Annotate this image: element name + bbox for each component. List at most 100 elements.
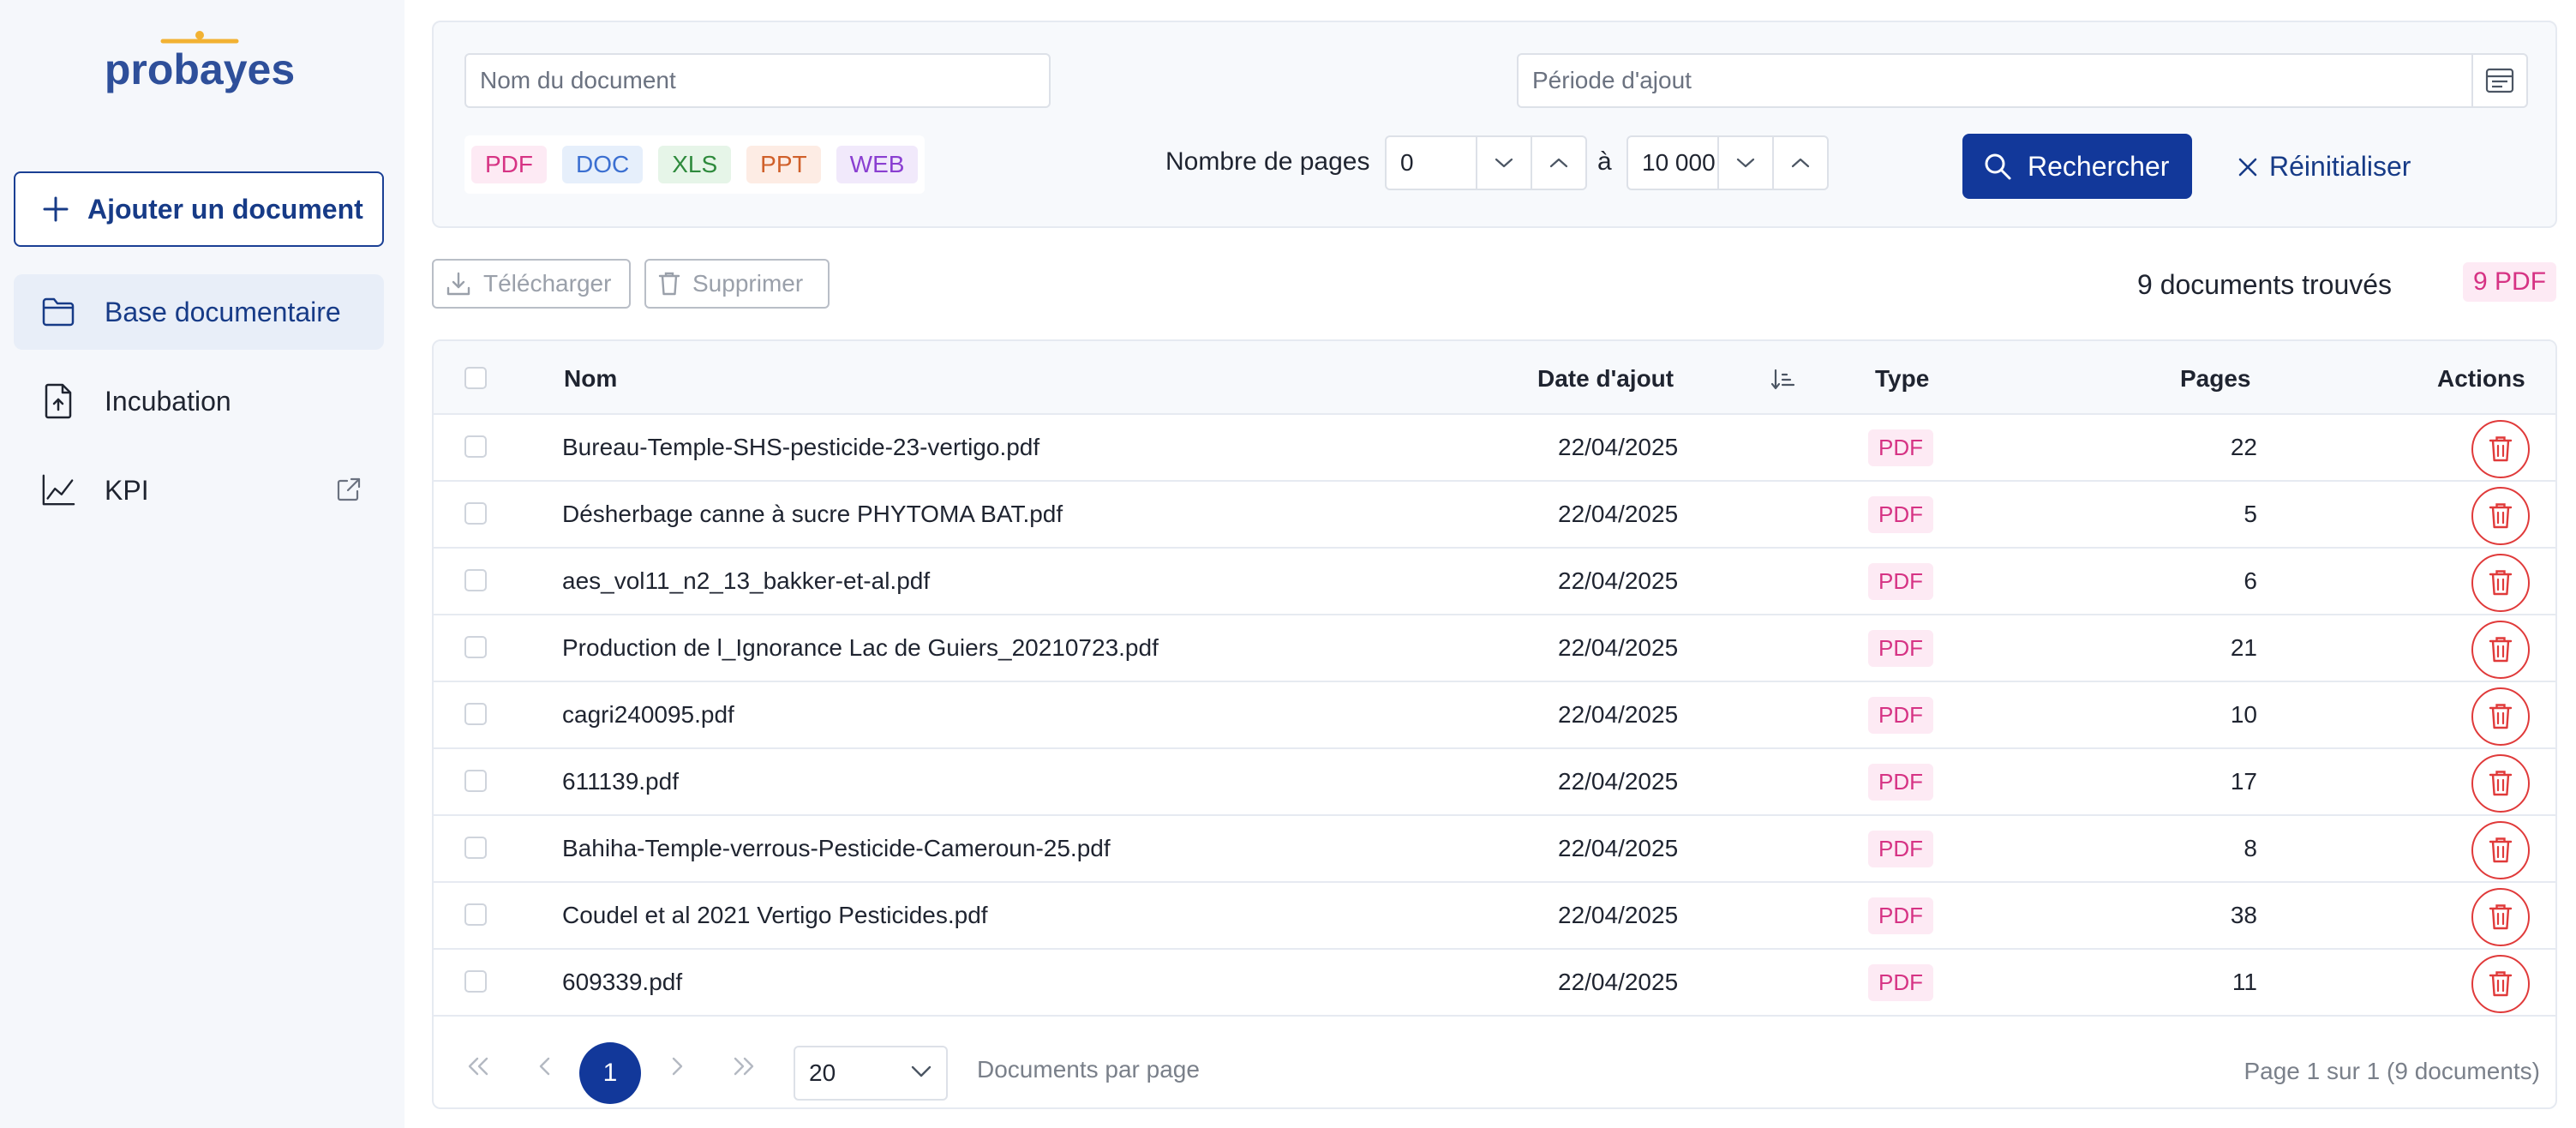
documents-table: Nom Date d'ajout Type Pages Actions Bure… [432,339,2557,1109]
document-type-badge: PDF [1868,630,1933,667]
delete-document-button[interactable] [2471,754,2530,813]
table-row[interactable]: cagri240095.pdf 22/04/2025 PDF 10 [434,682,2555,749]
column-header-name[interactable]: Nom [564,365,617,393]
table-row[interactable]: Production de l_Ignorance Lac de Guiers_… [434,615,2555,682]
type-chip-web[interactable]: WEB [836,146,919,183]
column-header-pages[interactable]: Pages [2180,365,2251,393]
chevron-down-icon [1736,158,1755,168]
calendar-icon [2485,68,2514,93]
document-name[interactable]: Production de l_Ignorance Lac de Guiers_… [562,634,1159,662]
period-placeholder: Période d'ajout [1532,67,1692,93]
type-chip-xls[interactable]: XLS [658,146,732,183]
column-header-type[interactable]: Type [1875,365,1929,393]
document-name[interactable]: aes_vol11_n2_13_bakker-et-al.pdf [562,567,930,595]
document-name-input[interactable]: Nom du document [464,53,1051,108]
delete-document-button[interactable] [2471,821,2530,879]
last-page-button[interactable] [727,1049,761,1083]
pages-min-increment[interactable] [1531,137,1585,189]
trash-icon [2489,904,2513,930]
first-page-button[interactable] [461,1049,495,1083]
column-header-date[interactable]: Date d'ajout [1537,365,1674,393]
row-checkbox[interactable] [464,569,487,591]
delete-document-button[interactable] [2471,888,2530,946]
table-row[interactable]: Bahiha-Temple-verrous-Pesticide-Cameroun… [434,816,2555,883]
table-row[interactable]: 609339.pdf 22/04/2025 PDF 11 [434,950,2555,1017]
delete-document-button[interactable] [2471,687,2530,746]
table-row[interactable]: aes_vol11_n2_13_bakker-et-al.pdf 22/04/20… [434,549,2555,615]
chevron-down-icon [1495,158,1513,168]
delete-selection-button[interactable]: Supprimer [644,259,830,309]
results-count: 9 documents trouvés [2137,269,2393,300]
pages-max-increment[interactable] [1772,137,1827,189]
delete-document-button[interactable] [2471,621,2530,679]
table-row[interactable]: Désherbage canne à sucre PHYTOMA BAT.pdf… [434,482,2555,549]
document-date: 22/04/2025 [1558,634,1679,661]
sidebar-item-kpi[interactable]: KPI [14,453,384,528]
delete-document-button[interactable] [2471,420,2530,478]
trash-icon [2489,704,2513,729]
table-row[interactable]: 611139.pdf 22/04/2025 PDF 17 [434,749,2555,816]
row-checkbox[interactable] [464,837,487,859]
brand-logo[interactable]: probayes [101,29,298,98]
table-row[interactable]: Bureau-Temple-SHS-pesticide-23-vertigo.p… [434,415,2555,482]
download-button[interactable]: Télécharger [432,259,631,309]
select-all-checkbox[interactable] [464,367,487,389]
type-chip-doc[interactable]: DOC [562,146,644,183]
per-page-select[interactable]: 20 [794,1046,948,1101]
next-page-button[interactable] [660,1049,694,1083]
plus-icon [43,196,69,222]
document-type-badge: PDF [1868,897,1933,934]
pages-min-decrement[interactable] [1476,137,1531,189]
reset-button[interactable]: Réinitialiser [2237,151,2411,183]
close-icon [2238,158,2257,176]
document-pages: 10 [2230,701,2257,728]
row-checkbox[interactable] [464,636,487,658]
chevrons-right-icon [734,1057,754,1076]
chevron-right-icon [672,1057,683,1076]
type-chip-ppt[interactable]: PPT [746,146,821,183]
period-input[interactable]: Période d'ajout [1517,53,2528,108]
page-button-current[interactable]: 1 [579,1042,641,1104]
row-checkbox[interactable] [464,435,487,458]
document-name[interactable]: Bahiha-Temple-verrous-Pesticide-Cameroun… [562,835,1111,862]
pages-max-input[interactable]: 10 000 [1626,135,1829,190]
row-checkbox[interactable] [464,903,487,926]
document-name[interactable]: 609339.pdf [562,969,682,996]
document-name[interactable]: cagri240095.pdf [562,701,734,729]
document-name[interactable]: Coudel et al 2021 Vertigo Pesticides.pdf [562,902,988,929]
previous-page-button[interactable] [528,1049,562,1083]
document-type-badge: PDF [1868,429,1933,466]
document-date: 22/04/2025 [1558,434,1679,460]
row-checkbox[interactable] [464,703,487,725]
chevrons-left-icon [468,1057,488,1076]
document-date: 22/04/2025 [1558,969,1679,995]
document-date: 22/04/2025 [1558,701,1679,728]
row-checkbox[interactable] [464,770,487,792]
sidebar-item-base-documentaire[interactable]: Base documentaire [14,274,384,350]
document-name[interactable]: Bureau-Temple-SHS-pesticide-23-vertigo.p… [562,434,1039,461]
trash-icon [658,272,680,296]
download-label: Télécharger [483,270,612,297]
document-name[interactable]: Désherbage canne à sucre PHYTOMA BAT.pdf [562,501,1063,528]
table-row[interactable]: Coudel et al 2021 Vertigo Pesticides.pdf… [434,883,2555,950]
add-document-label: Ajouter un document [87,193,363,225]
pages-max-decrement[interactable] [1717,137,1772,189]
search-button[interactable]: Rechercher [1962,134,2192,199]
pages-min-input[interactable]: 0 [1385,135,1587,190]
row-checkbox[interactable] [464,970,487,993]
sidebar-item-incubation[interactable]: Incubation [14,363,384,439]
row-checkbox[interactable] [464,502,487,525]
calendar-button[interactable] [2471,53,2526,108]
document-pages: 11 [2232,969,2257,995]
delete-document-button[interactable] [2471,554,2530,612]
add-document-button[interactable]: Ajouter un document [14,171,384,247]
sort-descending-icon[interactable] [1770,367,1796,393]
document-type-badge: PDF [1868,831,1933,867]
delete-document-button[interactable] [2471,955,2530,1013]
document-name[interactable]: 611139.pdf [562,768,679,795]
search-button-label: Rechercher [2028,150,2170,182]
type-chip-pdf[interactable]: PDF [471,146,547,183]
document-date: 22/04/2025 [1558,768,1679,795]
delete-document-button[interactable] [2471,487,2530,545]
filter-panel: Nom du document Période d'ajout PDF DOC … [432,21,2557,228]
